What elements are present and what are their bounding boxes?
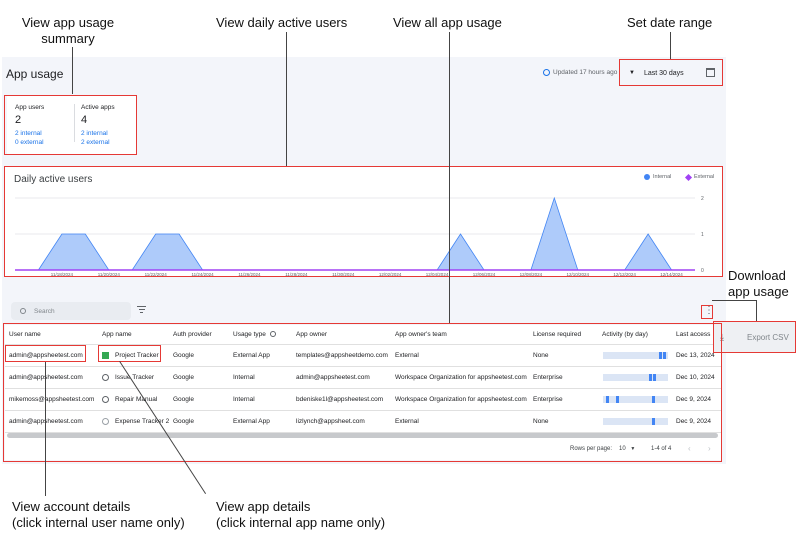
connector-account [45, 362, 46, 496]
annotation-all-usage: View all app usage [393, 15, 502, 30]
connector-table [449, 32, 450, 323]
highlight-more-options [701, 305, 713, 319]
annotation-daily-users: View daily active users [216, 15, 348, 30]
highlight-table [3, 323, 722, 462]
updated-text: Updated 17 hours ago [553, 69, 618, 76]
connector-date-range [670, 32, 671, 59]
highlight-date-range [619, 59, 723, 86]
highlight-user-name [5, 345, 86, 362]
connector-export-horizontal [712, 300, 756, 301]
search-input[interactable]: Search [11, 302, 131, 320]
annotation-app-details: View app details (click internal app nam… [216, 499, 386, 530]
annotation-download: Download app usage [728, 268, 789, 299]
highlight-app-name [98, 345, 161, 362]
annotation-account-details: View account details (click internal use… [12, 499, 185, 530]
highlight-summary [4, 95, 137, 155]
highlight-export [713, 321, 796, 353]
search-icon [20, 308, 26, 314]
annotation-summary: View app usage summary [21, 15, 115, 46]
highlight-chart [4, 166, 723, 277]
table-toolbar: Search [5, 300, 720, 322]
connector-export [756, 300, 757, 321]
filter-icon[interactable] [137, 306, 146, 314]
connector-chart [286, 32, 287, 166]
connector-summary [72, 47, 73, 94]
page-title: App usage [6, 67, 64, 81]
search-placeholder: Search [34, 307, 55, 315]
updated-status: Updated 17 hours ago [543, 69, 617, 76]
clock-icon [543, 69, 550, 76]
annotation-date-range: Set date range [627, 15, 713, 30]
